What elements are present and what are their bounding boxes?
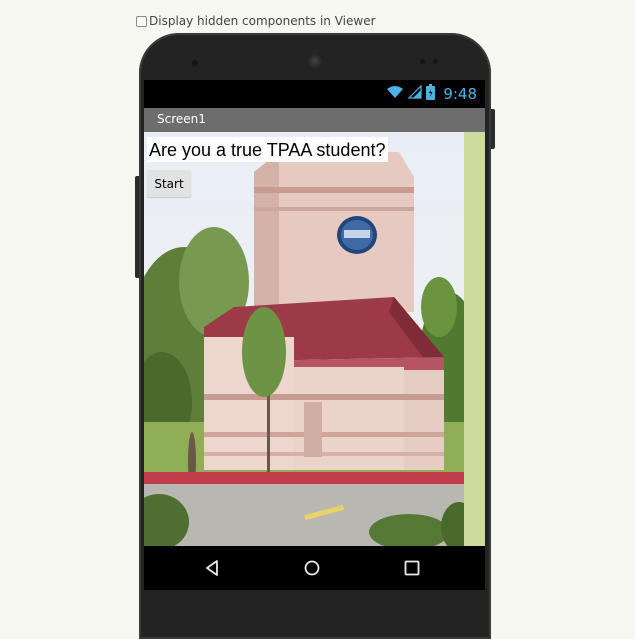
cell-signal-icon	[407, 84, 422, 104]
proximity-sensor	[420, 59, 438, 65]
screen-title: Screen1	[157, 112, 206, 126]
question-label: Are you a true TPAA student?	[147, 137, 389, 162]
battery-icon	[426, 83, 436, 105]
status-bar: 9:48	[144, 80, 485, 108]
recents-icon[interactable]	[401, 557, 423, 579]
hidden-components-label: Display hidden components in Viewer	[149, 14, 376, 28]
power-button	[491, 109, 495, 149]
screen-title-bar: Screen1	[144, 108, 485, 132]
navigation-bar	[144, 546, 485, 590]
volume-button	[135, 176, 139, 278]
status-time: 9:48	[443, 85, 477, 103]
home-icon[interactable]	[301, 557, 323, 579]
wifi-icon	[386, 85, 404, 104]
hidden-components-checkbox[interactable]	[136, 15, 147, 27]
campus-building-photo	[144, 132, 464, 546]
back-icon[interactable]	[201, 557, 223, 579]
earpiece-speaker	[308, 54, 322, 68]
phone-screen: 9:48 Screen1 Are you a true TPAA student…	[144, 80, 485, 590]
display-hidden-components-option[interactable]: Display hidden components in Viewer	[136, 12, 376, 30]
front-camera-icon	[192, 60, 198, 66]
start-button[interactable]: Start	[147, 170, 191, 197]
screen-content: Are you a true TPAA student? Start	[144, 132, 485, 546]
